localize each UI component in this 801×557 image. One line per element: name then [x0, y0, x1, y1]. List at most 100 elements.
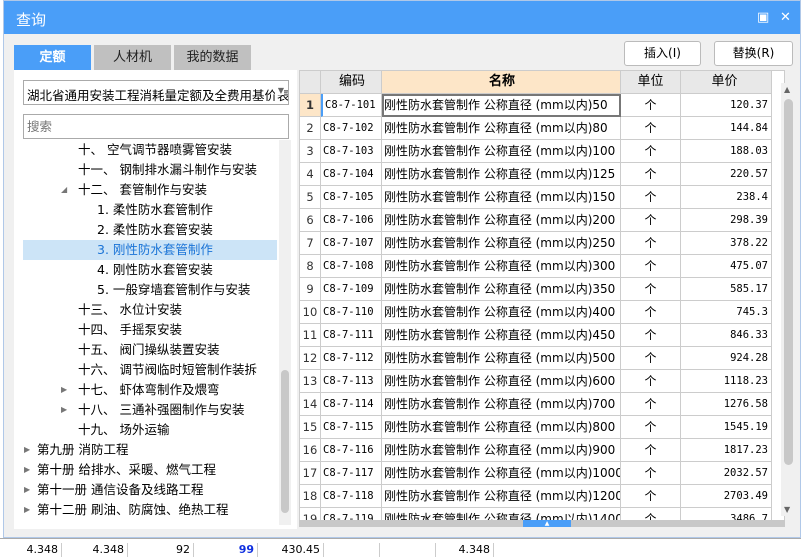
code-cell: C8-7-115 — [321, 416, 382, 439]
tree-node-label: 十九、 场外运输 — [78, 422, 170, 437]
expanded-icon[interactable]: ◢ — [61, 180, 67, 200]
splitter-handle-icon[interactable]: ▲ — [523, 520, 571, 527]
grid-splitter[interactable]: ▲ — [299, 520, 785, 527]
unit-cell: 个 — [621, 324, 681, 347]
code-cell: C8-7-117 — [321, 462, 382, 485]
tree-node[interactable]: 十一、 钢制排水漏斗制作与安装 — [23, 160, 277, 180]
price-cell: 1817.23 — [681, 439, 772, 462]
unit-cell: 个 — [621, 393, 681, 416]
row-number: 6 — [300, 209, 321, 232]
close-icon[interactable]: ✕ — [780, 10, 791, 25]
table-row[interactable]: 4 C8-7-104 刚性防水套管制作 公称直径 (mm以内)125 个 220.57 — [300, 163, 774, 186]
insert-button[interactable]: 插入(I) — [624, 41, 701, 66]
name-cell: 刚性防水套管制作 公称直径 (mm以内)80 — [382, 117, 621, 140]
price-cell: 120.37 — [681, 94, 772, 117]
tree-node[interactable]: ▶ 第十二册 刷油、防腐蚀、绝热工程 — [23, 500, 277, 520]
tree-node[interactable]: ▶ 十七、 虾体弯制作及煨弯 — [23, 380, 277, 400]
code-cell: C8-7-103 — [321, 140, 382, 163]
code-cell: C8-7-105 — [321, 186, 382, 209]
tree-node[interactable]: 1. 柔性防水套管制作 — [23, 200, 277, 220]
unit-cell: 个 — [621, 186, 681, 209]
column-header[interactable]: 名称 — [382, 71, 621, 94]
name-cell: 刚性防水套管制作 公称直径 (mm以内)1200 — [382, 485, 621, 508]
table-row[interactable]: 14 C8-7-114 刚性防水套管制作 公称直径 (mm以内)700 个 1276.5… — [300, 393, 774, 416]
price-cell: 1545.19 — [681, 416, 772, 439]
scroll-up-icon[interactable]: ▲ — [784, 85, 790, 94]
table-row[interactable]: 6 C8-7-106 刚性防水套管制作 公称直径 (mm以内)200 个 298.39 — [300, 209, 774, 232]
table-row[interactable]: 15 C8-7-115 刚性防水套管制作 公称直径 (mm以内)800 个 1545.1… — [300, 416, 774, 439]
tree-node[interactable]: 十四、 手摇泵安装 — [23, 320, 277, 340]
tree-node[interactable]: 3. 刚性防水套管制作 — [23, 240, 277, 260]
tree-node-label: 十六、 调节阀临时短管制作装拆 — [78, 362, 257, 377]
tree-node[interactable]: 十五、 阀门操纵装置安装 — [23, 340, 277, 360]
tree-node-label: 十八、 三通补强圈制作与安装 — [78, 402, 245, 417]
collapsed-icon[interactable]: ▶ — [24, 480, 30, 500]
row-number: 17 — [300, 462, 321, 485]
unit-cell: 个 — [621, 347, 681, 370]
code-cell: C8-7-116 — [321, 439, 382, 462]
tree-node[interactable]: 2. 柔性防水套管安装 — [23, 220, 277, 240]
collapsed-icon[interactable]: ▶ — [61, 380, 67, 400]
code-cell: C8-7-104 — [321, 163, 382, 186]
tree-node-label: 十三、 水位计安装 — [78, 302, 182, 317]
table-row[interactable]: 2 C8-7-102 刚性防水套管制作 公称直径 (mm以内)80 个 144.84 — [300, 117, 774, 140]
tree-scrollbar[interactable] — [279, 140, 291, 525]
tab-my-data[interactable]: 我的数据 — [174, 45, 251, 70]
tab-labor-material-machine[interactable]: 人材机 — [94, 45, 171, 70]
table-row[interactable]: 12 C8-7-112 刚性防水套管制作 公称直径 (mm以内)500 个 924.28 — [300, 347, 774, 370]
collapsed-icon[interactable]: ▶ — [24, 440, 30, 460]
tree-node[interactable]: 十三、 水位计安装 — [23, 300, 277, 320]
tree-node[interactable]: 十、 空气调节器喷雾管安装 — [23, 140, 277, 160]
tree-node-label: 1. 柔性防水套管制作 — [97, 202, 213, 217]
table-row[interactable]: 1 C8-7-101 刚性防水套管制作 公称直径 (mm以内)50 个 120.37 — [300, 94, 774, 117]
tree-scrollbar-thumb[interactable] — [281, 370, 289, 513]
code-cell: C8-7-113 — [321, 370, 382, 393]
row-number: 10 — [300, 301, 321, 324]
maximize-icon[interactable]: ▣ — [757, 10, 769, 25]
tree-node[interactable]: ◢ 十二、 套管制作与安装 — [23, 180, 277, 200]
column-header[interactable]: 编码 — [321, 71, 382, 94]
tree-node[interactable]: 十六、 调节阀临时短管制作装拆 — [23, 360, 277, 380]
table-row[interactable]: 11 C8-7-111 刚性防水套管制作 公称直径 (mm以内)450 个 846.33 — [300, 324, 774, 347]
collapsed-icon[interactable]: ▶ — [24, 460, 30, 480]
row-number: 9 — [300, 278, 321, 301]
tree-node[interactable]: ▶ 第十一册 通信设备及线路工程 — [23, 480, 277, 500]
search-input[interactable] — [23, 114, 289, 139]
row-number: 1 — [300, 94, 321, 117]
collapsed-icon[interactable]: ▶ — [24, 500, 30, 520]
code-cell: C8-7-107 — [321, 232, 382, 255]
column-header[interactable]: 单价 — [681, 71, 772, 94]
unit-cell: 个 — [621, 163, 681, 186]
table-row[interactable]: 13 C8-7-113 刚性防水套管制作 公称直径 (mm以内)600 个 1118.2… — [300, 370, 774, 393]
grid-scrollbar[interactable]: ▲ ▼ — [781, 83, 795, 516]
tree-node[interactable]: ▶ 第九册 消防工程 — [23, 440, 277, 460]
tree-node[interactable]: ▶ 十八、 三通补强圈制作与安装 — [23, 400, 277, 420]
table-row[interactable]: 8 C8-7-108 刚性防水套管制作 公称直径 (mm以内)300 个 475.07 — [300, 255, 774, 278]
tree-node[interactable]: ▶ 第十册 给排水、采暖、燃气工程 — [23, 460, 277, 480]
unit-cell: 个 — [621, 370, 681, 393]
unit-cell: 个 — [621, 485, 681, 508]
grid-scrollbar-thumb[interactable] — [784, 99, 793, 465]
column-header[interactable] — [300, 71, 321, 94]
table-row[interactable]: 10 C8-7-110 刚性防水套管制作 公称直径 (mm以内)400 个 745.3 — [300, 301, 774, 324]
table-row[interactable]: 5 C8-7-105 刚性防水套管制作 公称直径 (mm以内)150 个 238.4 — [300, 186, 774, 209]
tree-node[interactable]: 4. 刚性防水套管安装 — [23, 260, 277, 280]
tab-quota[interactable]: 定额 — [14, 45, 91, 70]
tree-node[interactable]: 十九、 场外运输 — [23, 420, 277, 440]
replace-button[interactable]: 替换(R) — [714, 41, 793, 66]
table-row[interactable]: 17 C8-7-117 刚性防水套管制作 公称直径 (mm以内)1000 个 2032.… — [300, 462, 774, 485]
collapsed-icon[interactable]: ▶ — [61, 400, 67, 420]
title-bar: 查询 — [4, 1, 800, 34]
price-cell: 378.22 — [681, 232, 772, 255]
table-row[interactable]: 3 C8-7-103 刚性防水套管制作 公称直径 (mm以内)100 个 188.03 — [300, 140, 774, 163]
tree-node-label: 3. 刚性防水套管制作 — [97, 242, 213, 257]
library-select[interactable]: 湖北省通用安装工程消耗量定额及全费用基价表 ▼ — [23, 80, 289, 105]
unit-cell: 个 — [621, 301, 681, 324]
tree-node[interactable]: 5. 一般穿墙套管制作与安装 — [23, 280, 277, 300]
scroll-down-icon[interactable]: ▼ — [784, 505, 790, 514]
table-row[interactable]: 16 C8-7-116 刚性防水套管制作 公称直径 (mm以内)900 个 1817.2… — [300, 439, 774, 462]
table-row[interactable]: 7 C8-7-107 刚性防水套管制作 公称直径 (mm以内)250 个 378.22 — [300, 232, 774, 255]
table-row[interactable]: 9 C8-7-109 刚性防水套管制作 公称直径 (mm以内)350 个 585.17 — [300, 278, 774, 301]
column-header[interactable]: 单位 — [621, 71, 681, 94]
table-row[interactable]: 18 C8-7-118 刚性防水套管制作 公称直径 (mm以内)1200 个 2703.… — [300, 485, 774, 508]
